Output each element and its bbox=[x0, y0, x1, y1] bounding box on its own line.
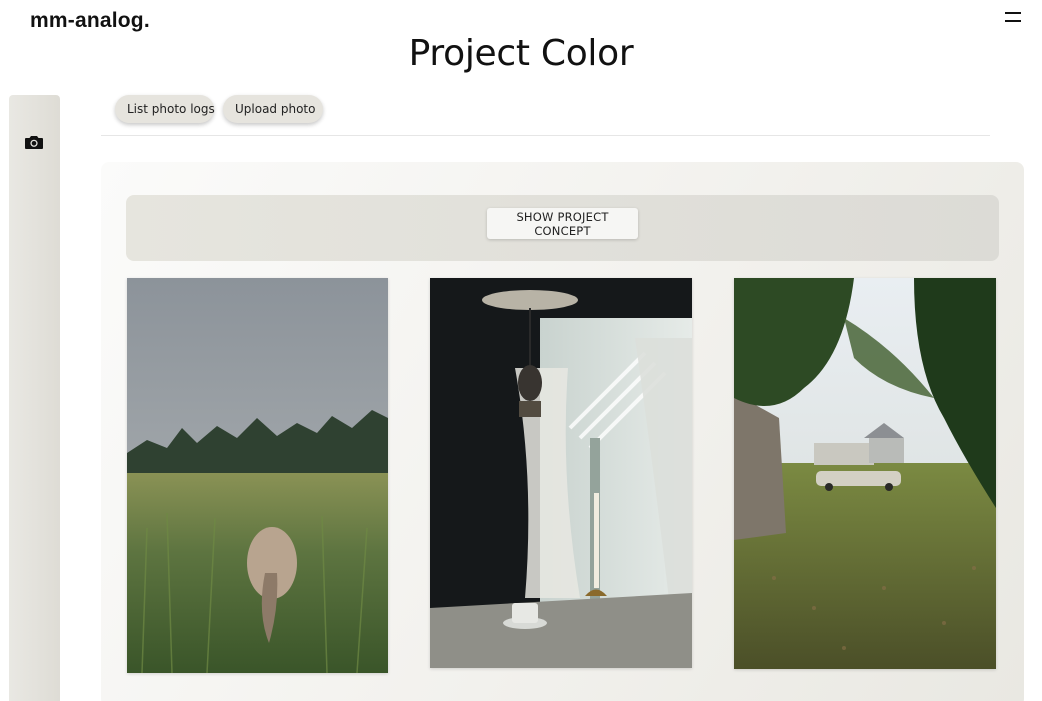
upload-photo-button[interactable]: Upload photo bbox=[223, 95, 323, 123]
gallery-photo[interactable] bbox=[430, 278, 692, 668]
sidebar bbox=[9, 95, 60, 701]
divider bbox=[101, 135, 990, 136]
yard-car-image bbox=[734, 278, 996, 669]
gallery-photo[interactable] bbox=[127, 278, 388, 673]
horse-field-image bbox=[127, 278, 388, 673]
camera-icon[interactable] bbox=[25, 134, 43, 149]
logo[interactable]: mm-analog. bbox=[30, 9, 150, 33]
show-project-concept-button[interactable]: SHOW PROJECT CONCEPT bbox=[487, 208, 638, 239]
page-title: Project Color bbox=[408, 33, 634, 74]
list-photo-logs-button[interactable]: List photo logs bbox=[115, 95, 215, 123]
menu-line-top bbox=[1005, 12, 1021, 14]
page: mm-analog. Project Color List photo logs… bbox=[0, 0, 1042, 701]
window-lamp-image bbox=[430, 278, 692, 668]
gallery-photo[interactable] bbox=[734, 278, 996, 669]
menu-line-bottom bbox=[1005, 20, 1021, 22]
hamburger-menu-icon[interactable] bbox=[1005, 11, 1023, 25]
concept-bar: SHOW PROJECT CONCEPT bbox=[126, 195, 999, 261]
